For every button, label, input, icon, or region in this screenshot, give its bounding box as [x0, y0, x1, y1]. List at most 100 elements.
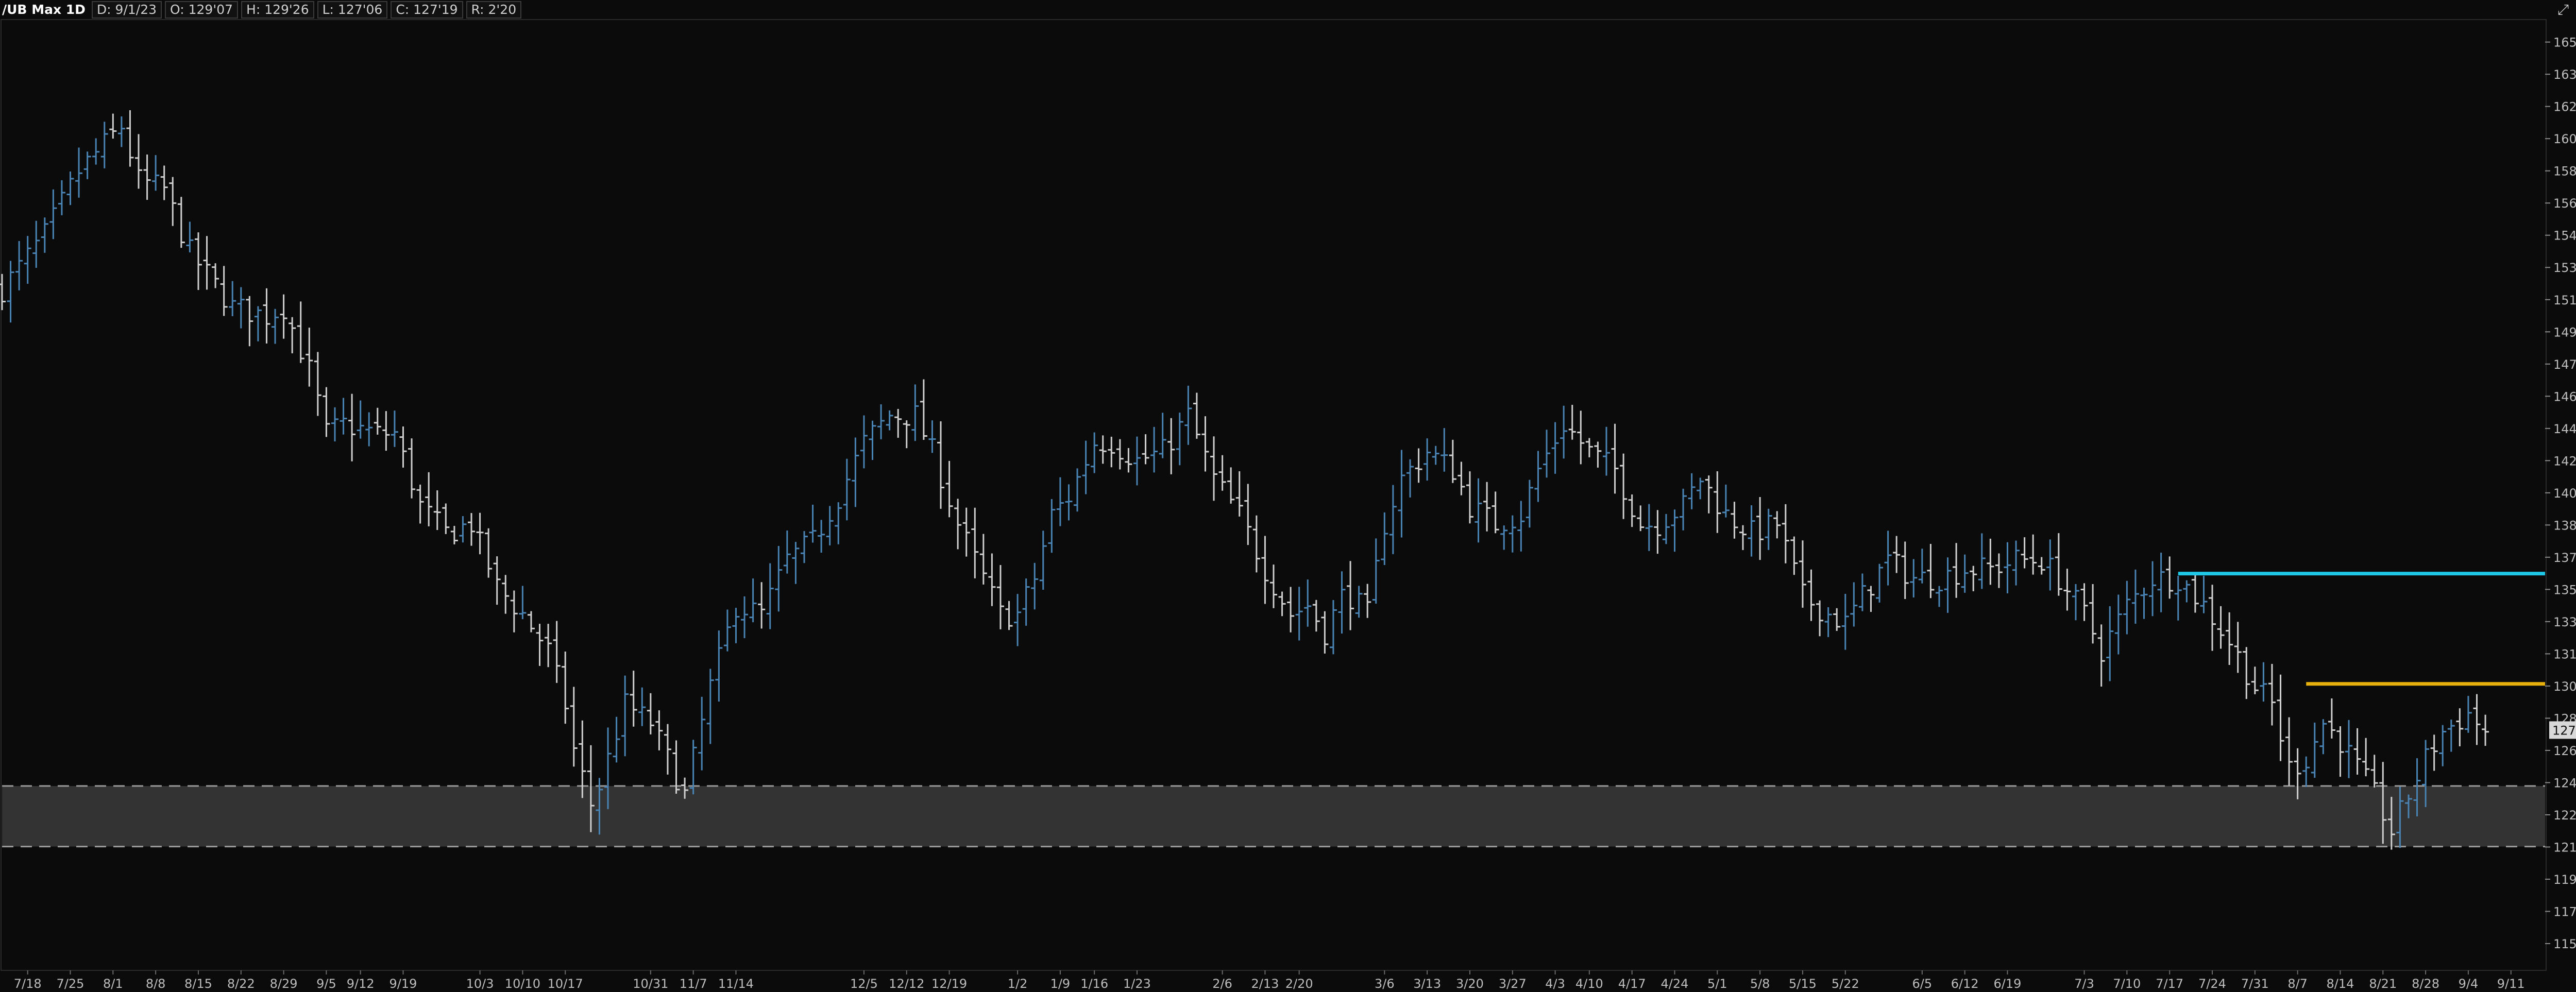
- ohlc-bar: [1654, 510, 1662, 554]
- ohlc-bar: [2464, 696, 2472, 733]
- ohlc-bar: [2234, 622, 2242, 673]
- ohlc-bar: [2370, 755, 2378, 788]
- ohlc-bar: [613, 716, 620, 763]
- ohlc-bar: [237, 287, 245, 329]
- ohlc-bar: [1697, 477, 1704, 500]
- ohlc-bar: [1773, 511, 1781, 539]
- ohlc-bar: [510, 590, 518, 632]
- price-chart[interactable]: 165'21 163'28 162'03 160'10 158'17 156'24 154'…: [0, 0, 2576, 992]
- y-tick-label: 149'20: [2553, 325, 2576, 339]
- ohlc-bar: [1799, 540, 1806, 608]
- y-tick-label: 151'13: [2553, 293, 2576, 307]
- ohlc-bar: [1526, 480, 1533, 528]
- ohlc-bar: [1014, 594, 1022, 646]
- ohlc-bar: [655, 710, 663, 750]
- ohlc-bar: [2029, 534, 2037, 575]
- x-tick-label: 4/17: [1618, 977, 1646, 991]
- ohlc-bar: [835, 502, 842, 544]
- ohlc-bar: [1270, 565, 1277, 608]
- ohlc-bar: [826, 506, 834, 545]
- ohlc-bar: [1005, 601, 1013, 630]
- x-tick-label: 10/10: [505, 977, 540, 991]
- ohlc-bar: [1645, 504, 1653, 551]
- ohlc-bar: [903, 420, 910, 449]
- y-tick-label: 162'03: [2553, 100, 2576, 114]
- x-tick-label: 8/29: [270, 977, 298, 991]
- x-tick-label: 2/6: [1212, 977, 1232, 991]
- ohlc-bar: [1688, 473, 1696, 509]
- ohlc-bar: [886, 410, 893, 431]
- ohlc-bar: [1423, 438, 1431, 481]
- ohlc-bar: [1099, 435, 1107, 464]
- ohlc-bar: [2251, 666, 2259, 694]
- ohlc-bar: [1321, 611, 1329, 654]
- ohlc-bar: [869, 420, 876, 460]
- ohlc-bar: [408, 438, 416, 499]
- ohlc-bar: [1150, 426, 1158, 473]
- ohlc-bar: [1901, 541, 1909, 599]
- ohlc-bar: [58, 180, 65, 215]
- ohlc-bar: [1961, 554, 1969, 593]
- ohlc-bar: [1995, 553, 2003, 588]
- ohlc-bar: [1074, 468, 1081, 512]
- ohlc-bar: [306, 328, 313, 387]
- ohlc-bar: [1159, 413, 1166, 458]
- ohlc-bar: [1714, 471, 1721, 533]
- ohlc-bar: [1765, 508, 1772, 550]
- ohlc-bar: [1022, 578, 1030, 626]
- x-tick-label: 1/23: [1123, 977, 1151, 991]
- ohlc-bar: [433, 490, 441, 531]
- level-lines: [2178, 572, 2545, 686]
- ohlc-bar: [2260, 662, 2267, 702]
- ohlc-bar: [1167, 418, 1175, 474]
- support-zone-layer: [2, 785, 2545, 848]
- ohlc-bar: [2046, 539, 2054, 591]
- ohlc-bar: [1790, 536, 1798, 575]
- y-tick-label: 160'10: [2553, 132, 2576, 146]
- ohlc-bar: [1577, 411, 1585, 465]
- ohlc-bar: [954, 499, 962, 550]
- ohlc-bar: [1065, 484, 1073, 521]
- ohlc-bar: [1927, 544, 1935, 598]
- ohlc-bar: [2183, 580, 2191, 603]
- ohlc-bar: [1722, 484, 1730, 518]
- ohlc-bar: [117, 116, 125, 147]
- ohlc-bar: [1918, 549, 1926, 584]
- ohlc-bar: [2217, 606, 2225, 649]
- x-tick-label: 9/19: [389, 977, 417, 991]
- y-tick-label: 163'28: [2553, 67, 2576, 82]
- x-tick-label: 5/8: [1750, 977, 1770, 991]
- y-tick-label: 133'19: [2553, 615, 2576, 629]
- ohlc-bar: [2038, 557, 2045, 575]
- ohlc-bar: [331, 407, 338, 442]
- ohlc-bar: [2004, 542, 2011, 594]
- ohlc-bar: [1235, 471, 1243, 517]
- ohlc-bar: [100, 122, 108, 168]
- ohlc-bar: [2114, 594, 2122, 655]
- ohlc-bar: [1884, 531, 1892, 586]
- ohlc-bar: [2174, 576, 2182, 621]
- ohlc-bar: [297, 301, 304, 363]
- y-tick-label: 121'04: [2553, 840, 2576, 854]
- ohlc-bar: [937, 421, 945, 509]
- ohlc-bar: [894, 408, 902, 438]
- x-tick-label: 7/17: [2156, 977, 2183, 991]
- x-tick-label: 7/18: [14, 977, 42, 991]
- ohlc-bar: [425, 472, 433, 526]
- ohlc-bar: [630, 671, 637, 727]
- ohlc-bar: [2191, 574, 2199, 613]
- ohlc-bar: [1611, 423, 1619, 494]
- ohlc-bar: [1543, 430, 1551, 478]
- ohlc-bar: [1278, 591, 1286, 617]
- ohlc-bar: [1048, 499, 1056, 553]
- x-tick-label: 11/7: [680, 977, 707, 991]
- ohlc-bar: [1492, 491, 1499, 534]
- ohlc-bar: [1056, 477, 1064, 526]
- ohlc-bar: [1244, 484, 1252, 545]
- ohlc-bar: [2243, 647, 2250, 699]
- ohlc-bar: [1517, 501, 1525, 552]
- x-tick-label: 9/11: [2497, 977, 2525, 991]
- ohlc-bar: [2268, 663, 2276, 726]
- ohlc-bar: [818, 520, 825, 553]
- ohlc-bar: [1372, 538, 1380, 604]
